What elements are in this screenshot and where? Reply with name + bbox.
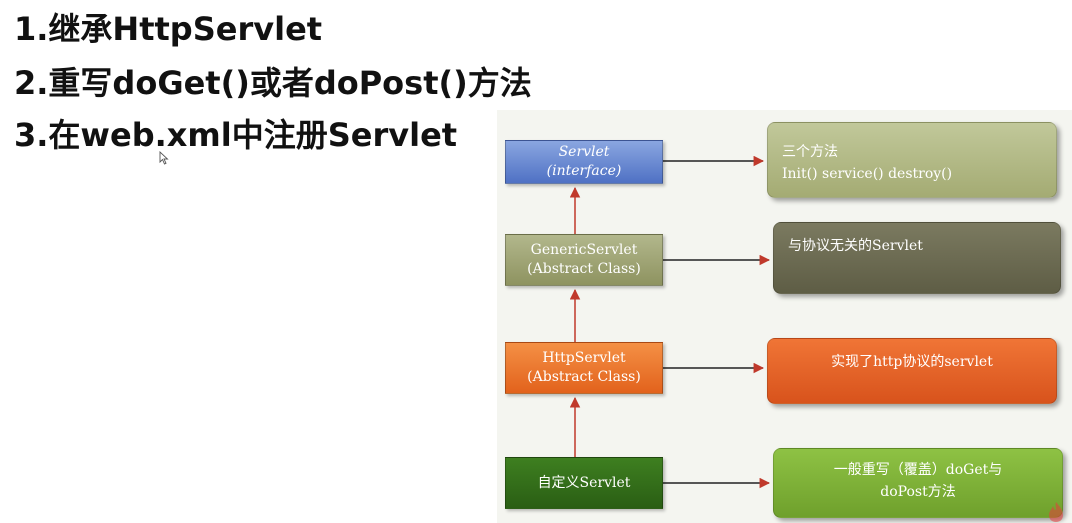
flame-icon (1049, 502, 1063, 522)
http-servlet-node: HttpServlet (Abstract Class) (505, 342, 663, 394)
node-generic-line-1: GenericServlet (530, 242, 638, 258)
mouse-pointer-icon (159, 151, 169, 165)
desc-custom-line-2: doPost方法 (880, 484, 956, 500)
step-2-heading: 2.重写doGet()或者doPost()方法 (14, 64, 532, 102)
node-servlet-line-1: Servlet (558, 144, 610, 160)
generic-description-box: 与协议无关的Servlet (773, 222, 1061, 294)
node-http-line-2: (Abstract Class) (527, 369, 641, 385)
step-3-heading: 3.在web.xml中注册Servlet (14, 116, 458, 154)
node-http-line-1: HttpServlet (542, 350, 626, 366)
servlet-description-box: 三个方法 Init() service() destroy() (767, 122, 1057, 198)
generic-servlet-node: GenericServlet (Abstract Class) (505, 234, 663, 286)
servlet-interface-node: Servlet (interface) (505, 140, 663, 184)
desc-custom-line-1: 一般重写（覆盖）doGet与 (833, 462, 1003, 478)
desc-http-line-1: 实现了http协议的servlet (831, 354, 993, 370)
desc-generic-line-1: 与协议无关的Servlet (788, 238, 923, 254)
http-description-box: 实现了http协议的servlet (767, 338, 1057, 404)
servlet-hierarchy-diagram: Servlet (interface) GenericServlet (Abst… (497, 110, 1072, 523)
custom-description-box: 一般重写（覆盖）doGet与 doPost方法 (773, 448, 1063, 518)
desc-servlet-line-2: Init() service() destroy() (782, 166, 953, 182)
node-servlet-line-2: (interface) (546, 163, 622, 179)
imooc-watermark-logo (1048, 501, 1064, 523)
custom-servlet-node: 自定义Servlet (505, 457, 663, 509)
step-1-heading: 1.继承HttpServlet (14, 10, 323, 48)
desc-servlet-line-1: 三个方法 (782, 144, 838, 160)
node-generic-line-2: (Abstract Class) (527, 261, 641, 277)
node-custom-line-1: 自定义Servlet (537, 474, 631, 491)
